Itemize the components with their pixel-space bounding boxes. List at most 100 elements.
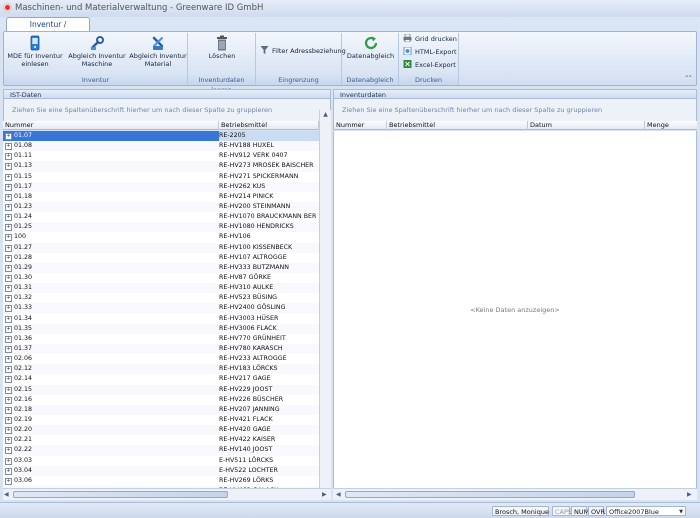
- expand-row-icon[interactable]: +: [5, 143, 12, 151]
- expand-row-icon[interactable]: +: [5, 234, 12, 242]
- table-row[interactable]: +100 RE-HV106: [3, 232, 319, 243]
- expand-row-icon[interactable]: +: [5, 203, 12, 211]
- table-row[interactable]: +02.19 RE-HV421 FLACK: [3, 414, 319, 426]
- html-export-button[interactable]: HTML-Export: [403, 47, 457, 58]
- mde-import-button[interactable]: MDE für Inventur einlesen: [6, 35, 64, 68]
- expand-row-icon[interactable]: +: [5, 254, 12, 262]
- column-header-menge[interactable]: Menge: [645, 121, 698, 130]
- scroll-left-icon[interactable]: ◀: [4, 491, 9, 498]
- expand-row-icon[interactable]: +: [5, 396, 12, 404]
- table-row[interactable]: +02.15 RE-HV229 JOOST: [3, 384, 319, 395]
- loeschen-button[interactable]: Löschen: [194, 35, 250, 61]
- table-row[interactable]: +02.16 RE-HV226 BÜSCHER: [3, 394, 319, 405]
- table-row[interactable]: +02.14 RE-HV217 GAGE: [3, 374, 319, 385]
- table-row[interactable]: +01.17 RE-HV262 KUS: [3, 181, 319, 192]
- app-logo-icon[interactable]: [3, 3, 12, 12]
- scroll-right-icon[interactable]: ▶: [322, 491, 327, 498]
- table-row[interactable]: +01.31 RE-HV310 AULKE: [3, 283, 319, 294]
- table-row[interactable]: +02.20 RE-HV420 GAGE: [3, 425, 319, 436]
- expand-row-icon[interactable]: +: [5, 244, 12, 252]
- table-row[interactable]: +01.08 RE-HV188 HUXEL: [3, 141, 319, 152]
- table-row[interactable]: +01.24 RE-HV1070 BRAUCKMANN BER: [3, 212, 319, 223]
- expand-row-icon[interactable]: +: [5, 416, 12, 424]
- table-row[interactable]: +03.06 RE-HV269 LÖRKS: [3, 475, 319, 486]
- table-row[interactable]: +01.30 RE-HV87 GÖRKE: [3, 272, 319, 284]
- expand-row-icon[interactable]: +: [5, 305, 12, 313]
- table-row[interactable]: +01.13 RE-HV273 MROSEK BAISCHER: [3, 161, 319, 172]
- table-row[interactable]: +01.11 RE-HV912 VERK 0407: [3, 151, 319, 162]
- expand-row-icon[interactable]: +: [5, 133, 12, 140]
- table-row[interactable]: +02.22 RE-HV140 JOOST: [3, 445, 319, 456]
- expand-row-icon[interactable]: +: [5, 224, 12, 232]
- column-header-betriebsmittel-right[interactable]: Betriebsmittel: [387, 121, 528, 130]
- scroll-left-icon-right[interactable]: ◀: [336, 491, 341, 498]
- table-row[interactable]: +01.15 RE-HV271 SPICKERMANN: [3, 171, 319, 182]
- right-group-by-area[interactable]: Ziehen Sie eine Spaltenüberschrift hierh…: [333, 99, 697, 121]
- table-row[interactable]: +02.21 RE-HV422 KAISER: [3, 435, 319, 446]
- table-row[interactable]: +01.18 RE-HV214 PINICK: [3, 191, 319, 202]
- left-horizontal-scrollbar[interactable]: ◀ ▶: [3, 488, 331, 500]
- table-row[interactable]: +03.03 E-HV511 LÖRCKS: [3, 455, 319, 466]
- filter-adressbeziehung-button[interactable]: Filter Adressbeziehung: [260, 46, 346, 57]
- grid-drucken-button[interactable]: Grid drucken: [403, 34, 457, 45]
- expand-row-icon[interactable]: +: [5, 376, 12, 384]
- table-row[interactable]: +01.25 RE-HV1080 HENDRICKS: [3, 222, 319, 233]
- expand-row-icon[interactable]: +: [5, 153, 12, 161]
- expand-row-icon[interactable]: +: [5, 477, 12, 485]
- table-row[interactable]: +02.18 RE-HV207 JANNING: [3, 404, 319, 415]
- expand-row-icon[interactable]: +: [5, 345, 12, 353]
- scroll-up-icon[interactable]: ▲: [322, 110, 329, 119]
- expand-row-icon[interactable]: +: [5, 447, 12, 455]
- table-row[interactable]: +01.29 RE-HV333 BUTZMANN: [3, 262, 319, 273]
- right-horizontal-scroll-thumb[interactable]: [345, 491, 635, 498]
- expand-row-icon[interactable]: +: [5, 295, 12, 303]
- table-row[interactable]: +01.27 RE-HV100 KISSENBECK: [3, 242, 319, 253]
- ribbon-collapse-icon[interactable]: ˄˄: [685, 75, 692, 83]
- datenabgleich-button[interactable]: Datenabgleich: [344, 35, 397, 61]
- expand-row-icon[interactable]: +: [5, 335, 12, 343]
- column-header-betriebsmittel[interactable]: Betriebsmittel: [219, 121, 319, 130]
- column-header-nummer-right[interactable]: Nummer: [334, 121, 387, 130]
- expand-row-icon[interactable]: +: [5, 366, 12, 374]
- left-horizontal-scroll-thumb[interactable]: [13, 491, 228, 498]
- expand-row-icon[interactable]: +: [5, 467, 12, 475]
- expand-row-icon[interactable]: +: [5, 173, 12, 181]
- expand-row-icon[interactable]: +: [5, 427, 12, 435]
- table-row[interactable]: +02.06 RE-HV233 ALTROGGE: [3, 354, 319, 365]
- table-row[interactable]: +01.28 RE-HV107 ALTROGGE: [3, 252, 319, 263]
- table-row[interactable]: +03.04 E-HV522 LOCHTER: [3, 465, 319, 476]
- table-row[interactable]: +01.35 RE-HV3006 FLACK: [3, 323, 319, 334]
- expand-row-icon[interactable]: +: [5, 437, 12, 445]
- expand-row-icon[interactable]: +: [5, 356, 12, 364]
- expand-row-icon[interactable]: +: [5, 406, 12, 414]
- table-row[interactable]: +01.34 RE-HV3003 HÜSER: [3, 313, 319, 324]
- expand-row-icon[interactable]: +: [5, 264, 12, 272]
- table-row[interactable]: +01.07 RE-2205: [3, 131, 319, 142]
- expand-row-icon[interactable]: +: [5, 274, 12, 282]
- abgleich-maschine-button[interactable]: Abgleich Inventur Maschine: [68, 35, 126, 68]
- left-group-by-area[interactable]: Ziehen Sie eine Spaltenüberschrift hierh…: [3, 99, 331, 121]
- right-horizontal-scrollbar[interactable]: ◀ ▶: [333, 488, 697, 500]
- expand-row-icon[interactable]: +: [5, 285, 12, 293]
- table-row[interactable]: +01.23 RE-HV200 STEINMANN: [3, 201, 319, 213]
- column-header-datum[interactable]: Datum: [528, 121, 645, 130]
- expand-row-icon[interactable]: +: [5, 193, 12, 201]
- tab-inventur-datenabgleich[interactable]: Inventur / Datenabgleich: [6, 17, 90, 42]
- expand-row-icon[interactable]: +: [5, 315, 12, 323]
- excel-export-button[interactable]: Excel-Export: [403, 60, 456, 71]
- table-row[interactable]: +01.36 RE-HV770 GRÜNHEIT: [3, 333, 319, 344]
- expand-row-icon[interactable]: +: [5, 457, 12, 465]
- table-row[interactable]: +01.37 RE-HV780 KARASCH: [3, 343, 319, 355]
- table-row[interactable]: +01.32 RE-HV523 BÜSING: [3, 293, 319, 304]
- table-row[interactable]: +02.12 RE-HV183 LÖRCKS: [3, 364, 319, 375]
- table-row[interactable]: +01.33 RE-HV2400 GÖSLING: [3, 303, 319, 314]
- expand-row-icon[interactable]: +: [5, 386, 12, 394]
- expand-row-icon[interactable]: +: [5, 325, 12, 333]
- scroll-right-icon-right[interactable]: ▶: [687, 491, 692, 498]
- abgleich-material-button[interactable]: Abgleich Inventur Material: [128, 35, 188, 68]
- expand-row-icon[interactable]: +: [5, 163, 12, 171]
- left-vertical-scrollbar[interactable]: ▲: [319, 110, 331, 488]
- column-header-nummer[interactable]: Nummer: [3, 121, 219, 130]
- theme-select[interactable]: Office2007Blue ▼: [606, 506, 686, 516]
- expand-row-icon[interactable]: +: [5, 183, 12, 191]
